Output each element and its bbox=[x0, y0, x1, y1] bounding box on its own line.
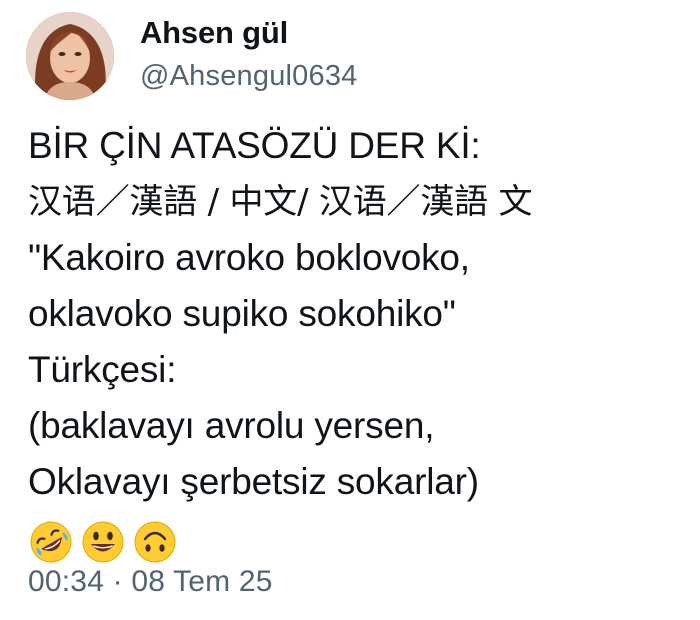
tweet-card: Ahsen gül @Ahsengul0634 BİR ÇİN ATASÖZÜ … bbox=[0, 0, 700, 620]
author-display-name[interactable]: Ahsen gül bbox=[140, 14, 357, 52]
grinning-face-emoji bbox=[80, 519, 126, 565]
rolling-on-floor-laughing-emoji bbox=[28, 519, 74, 565]
text-line: Oklavayı şerbetsiz sokarlar) bbox=[28, 461, 479, 502]
avatar[interactable] bbox=[26, 12, 114, 100]
text-line: oklavoko supiko sokohiko" bbox=[28, 293, 456, 334]
text-line: Türkçesi: bbox=[28, 349, 177, 390]
text-line: "Kakoiro avroko boklovoko, bbox=[28, 237, 470, 278]
upside-down-face-emoji bbox=[132, 519, 178, 565]
author-handle[interactable]: @Ahsengul0634 bbox=[140, 58, 357, 94]
post-timestamp[interactable]: 00:34 · 08 Tem 25 bbox=[28, 562, 273, 602]
text-line: BİR ÇİN ATASÖZÜ DER Kİ: bbox=[28, 125, 481, 166]
tweet-text: BİR ÇİN ATASÖZÜ DER Kİ: 汉语／漢語 / 中文/ 汉语／漢… bbox=[28, 118, 688, 568]
emoji-row bbox=[28, 516, 688, 568]
author-info: Ahsen gül @Ahsengul0634 bbox=[140, 14, 357, 94]
text-line: (baklavayı avrolu yersen, bbox=[28, 405, 435, 446]
text-line: 汉语／漢語 / 中文/ 汉语／漢語 文 bbox=[28, 182, 533, 222]
profile-photo-icon bbox=[26, 12, 114, 100]
